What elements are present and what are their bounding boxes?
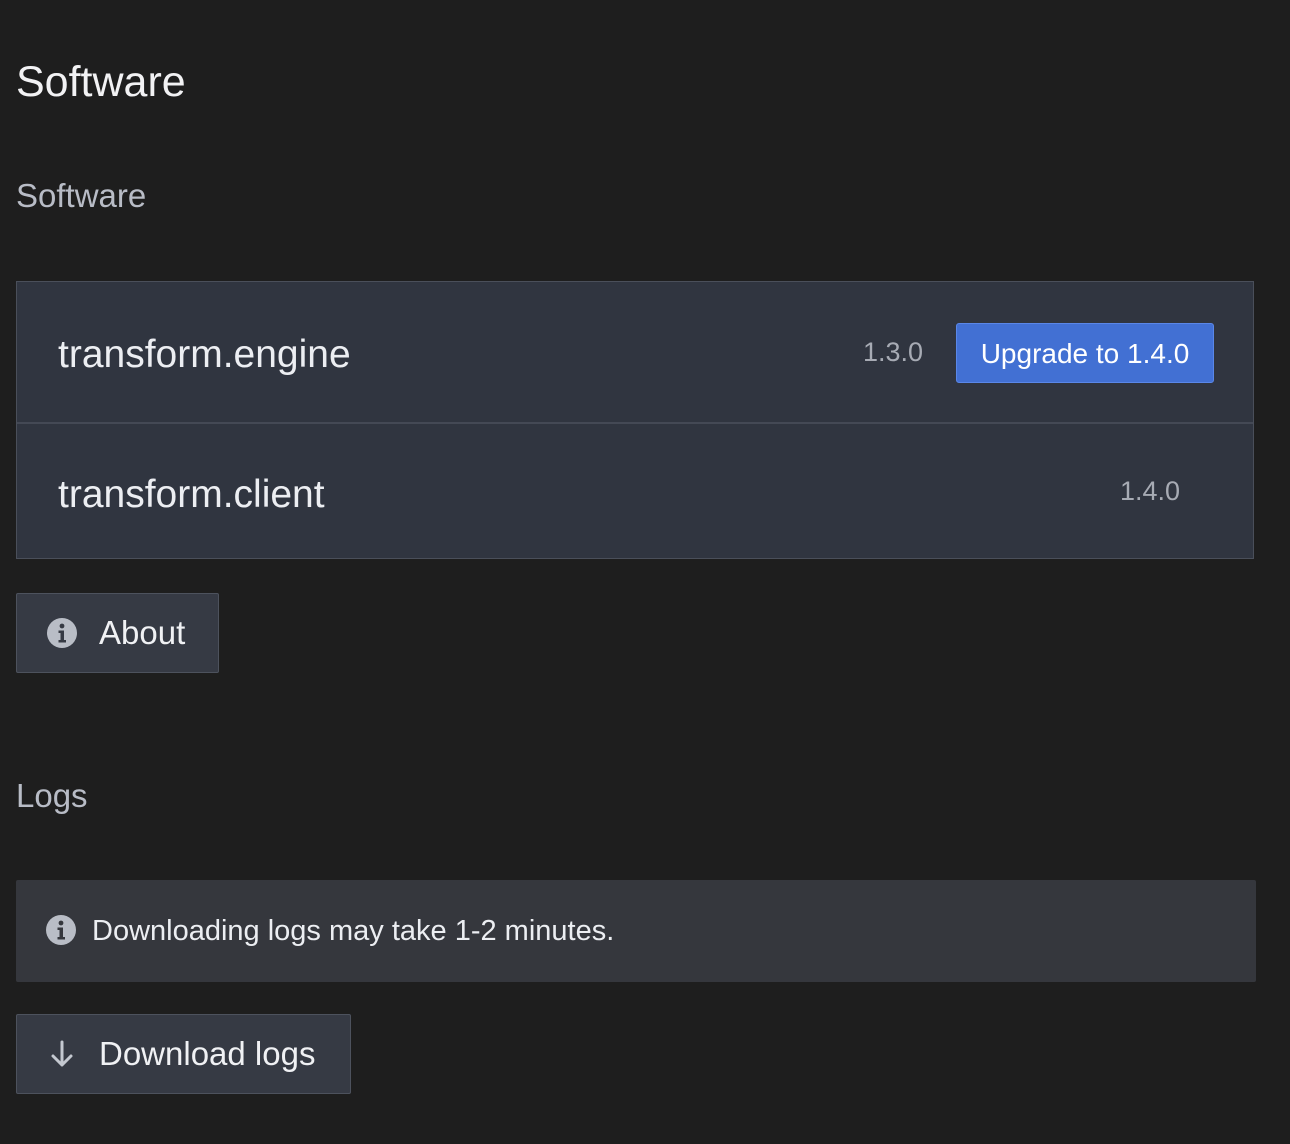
about-button[interactable]: About [16,593,219,673]
package-row-transform-engine: transform.engine 1.3.0 Upgrade to 1.4.0 [17,282,1253,424]
page-title: Software [16,58,186,106]
package-name: transform.client [58,473,325,516]
package-version: 1.3.0 [863,337,924,367]
logs-info-banner: Downloading logs may take 1-2 minutes. [16,880,1256,982]
download-logs-button[interactable]: Download logs [16,1014,351,1094]
info-circle-icon [47,618,77,648]
upgrade-button[interactable]: Upgrade to 1.4.0 [956,323,1214,383]
about-button-label: About [99,614,186,651]
package-row-transform-client: transform.client 1.4.0 [17,424,1253,558]
software-settings-page: Software Software transform.engine 1.3.0… [0,0,1290,1144]
logs-info-text: Downloading logs may take 1-2 minutes. [92,915,615,947]
arrow-down-icon [51,1040,73,1067]
software-package-list: transform.engine 1.3.0 Upgrade to 1.4.0 … [16,281,1254,559]
download-logs-button-label: Download logs [99,1035,316,1072]
logs-section-heading: Logs [16,777,88,814]
package-name: transform.engine [58,333,351,376]
software-section-heading: Software [16,177,147,214]
package-version: 1.4.0 [1120,476,1181,506]
info-circle-icon [46,915,76,945]
